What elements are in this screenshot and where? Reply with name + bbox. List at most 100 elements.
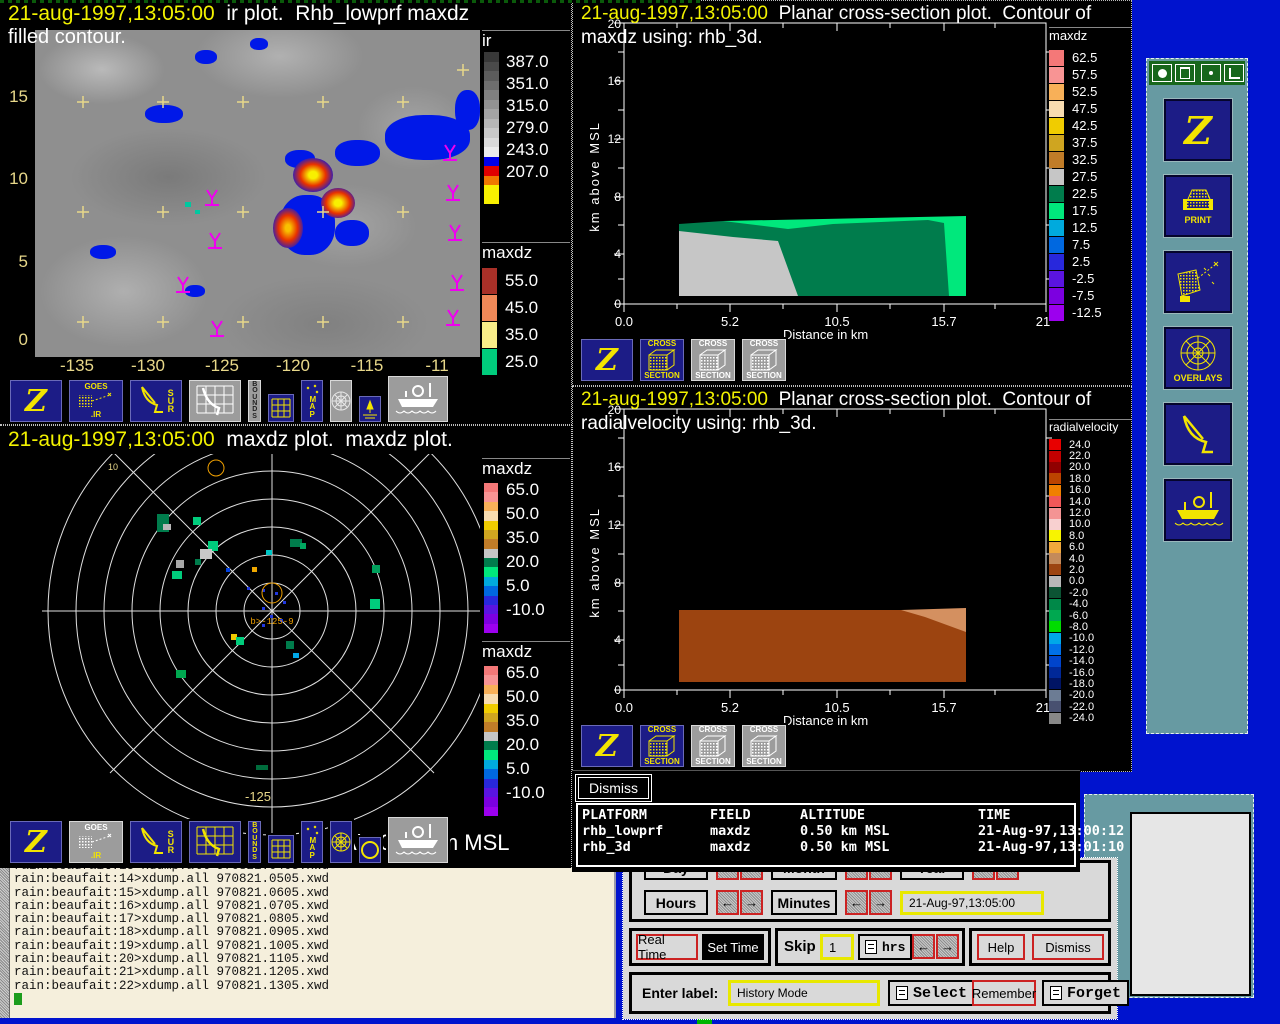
document-icon — [1180, 67, 1190, 79]
ir-cb-value: 207.0 — [506, 162, 549, 184]
ship-button[interactable] — [386, 815, 450, 865]
satellite-button[interactable] — [1164, 251, 1232, 313]
xs2-title: 21-aug-1997,13:05:00 Planar cross-sectio… — [581, 389, 1091, 411]
ir-toolbar: Z GOES .IR SUR BOUNDS MAP — [8, 377, 450, 424]
cross-section-button-active[interactable]: CROSS SECTION — [638, 723, 686, 769]
minutes-button[interactable]: Minutes — [771, 890, 837, 915]
xs2-xlabel: Distance in km — [783, 713, 868, 728]
label-box: Enter label: History Mode Select Remembe… — [629, 972, 1111, 1014]
zebra-logo-button[interactable]: Z — [579, 337, 635, 383]
ppi-cb-value: 35.0 — [506, 528, 545, 552]
titlebar-menu-button[interactable] — [1152, 64, 1172, 82]
ship-button[interactable] — [1164, 479, 1232, 541]
remember-button[interactable]: Remember — [972, 980, 1036, 1006]
polar-overlay-button[interactable] — [328, 378, 354, 424]
zebra-z-icon: Z — [25, 384, 47, 419]
select-button[interactable]: Select — [888, 980, 975, 1006]
help-dismiss-box: Help Dismiss — [969, 928, 1111, 966]
map-button[interactable]: MAP — [299, 819, 325, 865]
cube-icon — [698, 734, 728, 758]
ppi-cb-value: -10.0 — [506, 600, 545, 624]
real-time-button[interactable]: Real Time — [636, 934, 698, 960]
minutes-back-button[interactable]: ← — [845, 890, 868, 915]
goes-ir-button[interactable]: GOES .IR — [67, 378, 125, 424]
zebra-logo-button[interactable]: Z — [579, 723, 635, 769]
hours-back-button[interactable]: ← — [716, 890, 739, 915]
ship-button[interactable] — [386, 374, 450, 424]
radar-grid-button[interactable] — [187, 819, 243, 865]
time-entry-field[interactable]: 21-Aug-97,13:05:00 — [900, 891, 1044, 915]
cube-icon — [647, 348, 677, 372]
cross-section-button[interactable]: CROSS SECTION — [689, 337, 737, 383]
overlays-button[interactable]: OVERLAYS — [1164, 327, 1232, 389]
skip-value-field[interactable]: 1 — [820, 934, 854, 960]
titlebar-maximize-button[interactable] — [1224, 64, 1244, 82]
ir-cb-value: 243.0 — [506, 140, 549, 162]
set-time-button[interactable]: Set Time — [702, 934, 764, 960]
terminal-text: rain:beaufait:13>xdump.all 970821.0405.x… — [14, 866, 329, 1007]
help-button[interactable]: Help — [977, 934, 1025, 960]
satellite-comet-icon — [1174, 260, 1222, 304]
skip-forward-button[interactable]: → — [936, 934, 959, 959]
ir-colorbar-label: ir — [482, 30, 570, 51]
xs2-timestamp: 21-aug-1997,13:05:00 — [581, 389, 768, 410]
forget-button[interactable]: Forget — [1042, 980, 1129, 1006]
goes-ir-button[interactable]: GOES .IR — [67, 819, 125, 865]
menu-icon — [1050, 986, 1062, 1000]
popup-dismiss-button[interactable]: Dismiss — [578, 777, 649, 799]
ir-maxdz-colorbar: maxdz 55.045.035.025.0 — [482, 242, 570, 375]
hours-forward-button[interactable]: → — [740, 890, 763, 915]
radar-grid-button[interactable] — [187, 378, 243, 424]
cross-section-button[interactable]: CROSS SECTION — [740, 337, 788, 383]
range-ring-button[interactable] — [357, 835, 383, 865]
cross-section-button[interactable]: CROSS SECTION — [740, 723, 788, 769]
bounds-button[interactable]: BOUNDS — [246, 819, 263, 865]
hours-button[interactable]: Hours — [644, 890, 708, 915]
skip-box: Skip 1 hrs ←→ — [775, 928, 965, 966]
ppi-cb-value: 20.0 — [506, 735, 545, 759]
ir-plot-timestamp: 21-aug-1997,13:05:00 — [8, 2, 215, 25]
satellite-icon — [76, 832, 116, 852]
ir-satellite-image[interactable] — [35, 30, 480, 357]
xs1-colorbar: maxdz 62.557.552.547.542.537.532.527.522… — [1049, 27, 1131, 321]
grid-button[interactable] — [266, 392, 296, 424]
ir-plot-subtitle: filled contour. — [8, 26, 126, 49]
terminal-window[interactable]: rain:beaufait:13>xdump.all 970821.0405.x… — [0, 866, 616, 1018]
cross-section-button-active[interactable]: CROSS SECTION — [638, 337, 686, 383]
icon-panel-titlebar[interactable]: icon — [1149, 61, 1245, 85]
cube-icon — [749, 348, 779, 372]
ir-plot-title: 21-aug-1997,13:05:00 ir plot. Rhb_lowprf… — [8, 2, 469, 26]
grid-radar-icon — [193, 823, 237, 861]
ir-cb-value: 387.0 — [506, 52, 549, 74]
bounds-button[interactable]: BOUNDS — [246, 378, 263, 424]
sur-radar-button[interactable]: SUR — [128, 378, 184, 424]
xs2-x-tick: 0.0 — [615, 700, 633, 715]
xs1-y-tick: 4 — [595, 247, 621, 261]
radar-dish-button[interactable] — [1164, 403, 1232, 465]
zebra-logo-button[interactable]: Z — [8, 819, 64, 865]
terminal-scrollbar[interactable] — [0, 866, 10, 1018]
titlebar-doc-button[interactable] — [1175, 64, 1195, 82]
skip-back-button[interactable]: ← — [912, 934, 935, 959]
zebra-logo-button[interactable]: Z — [8, 378, 64, 424]
xs1-title: 21-aug-1997,13:05:00 Planar cross-sectio… — [581, 3, 1091, 25]
polar-overlay-button[interactable] — [328, 819, 354, 865]
label-entry-field[interactable]: History Mode — [728, 980, 880, 1006]
zebra-logo-button[interactable]: Z — [1164, 99, 1232, 161]
ir-y-tick: 15 — [2, 87, 28, 107]
window-edge-strip — [0, 0, 700, 3]
titlebar-iconify-button[interactable] — [1201, 64, 1221, 82]
ship-icon — [1171, 490, 1225, 530]
print-button[interactable]: PRINT — [1164, 175, 1232, 237]
ir-x-tick: -130 — [131, 356, 165, 376]
ppi-cb-value: 5.0 — [506, 576, 545, 600]
sur-radar-button[interactable]: SUR — [128, 819, 184, 865]
ppi-plot[interactable]: b>-125-9 — [0, 454, 480, 844]
skip-units-button[interactable]: hrs — [858, 934, 912, 960]
dismiss-button[interactable]: Dismiss — [1032, 934, 1104, 960]
map-button[interactable]: MAP — [299, 378, 325, 424]
buoy-button[interactable] — [357, 394, 383, 424]
minutes-forward-button[interactable]: → — [869, 890, 892, 915]
cross-section-button[interactable]: CROSS SECTION — [689, 723, 737, 769]
grid-button[interactable] — [266, 833, 296, 865]
